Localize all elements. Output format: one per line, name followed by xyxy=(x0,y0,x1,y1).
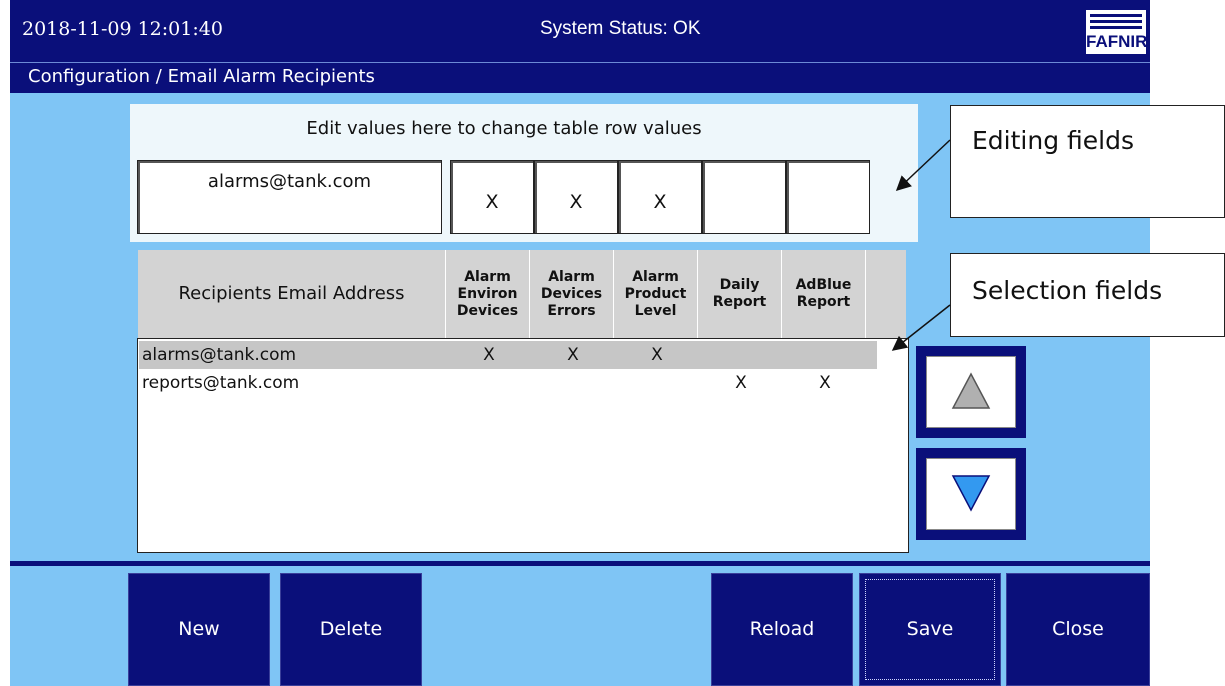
selection-pointer-arrow xyxy=(891,304,951,351)
callout-arrows xyxy=(891,139,951,351)
editing-pointer-arrow xyxy=(895,139,951,192)
